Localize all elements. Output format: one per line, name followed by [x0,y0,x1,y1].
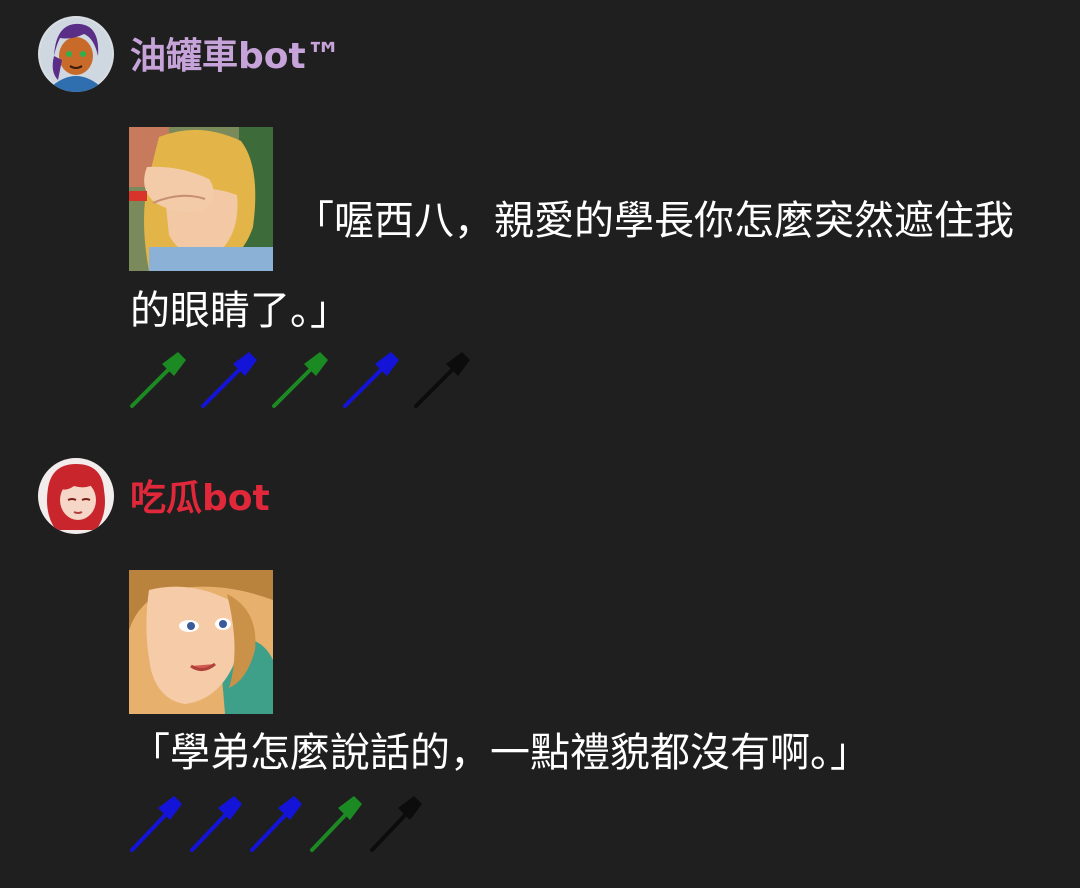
message-text: 「學弟怎麼說話的，一點禮貌都沒有啊。」 [130,730,870,776]
reaction-row[interactable] [128,350,528,410]
reaction-row[interactable] [128,794,528,854]
vuvuzela-icon [310,796,362,852]
username[interactable]: 吃瓜bot [130,477,270,521]
vuvuzela-reactions-icon [130,796,422,852]
vuvuzela-icon [190,796,242,852]
vuvuzela-icon [414,352,470,408]
avatar[interactable] [38,458,114,534]
vuvuzela-icon [130,796,182,852]
vuvuzela-icon [201,352,257,408]
vuvuzela-icon [130,352,186,408]
vuvuzela-reactions-icon [130,352,470,408]
vuvuzela-icon [370,796,422,852]
purple-haired-character-avatar-icon [38,16,114,92]
vuvuzela-icon [250,796,302,852]
avatar[interactable] [38,16,114,92]
vuvuzela-icon [272,352,328,408]
vuvuzela-icon [343,352,399,408]
red-haired-character-avatar-icon [38,458,114,534]
message-text: 「喔西八，親愛的學長你怎麼突然遮住我的眼睛了。」 [130,198,1014,334]
username[interactable]: 油罐車bot™ [130,35,342,79]
